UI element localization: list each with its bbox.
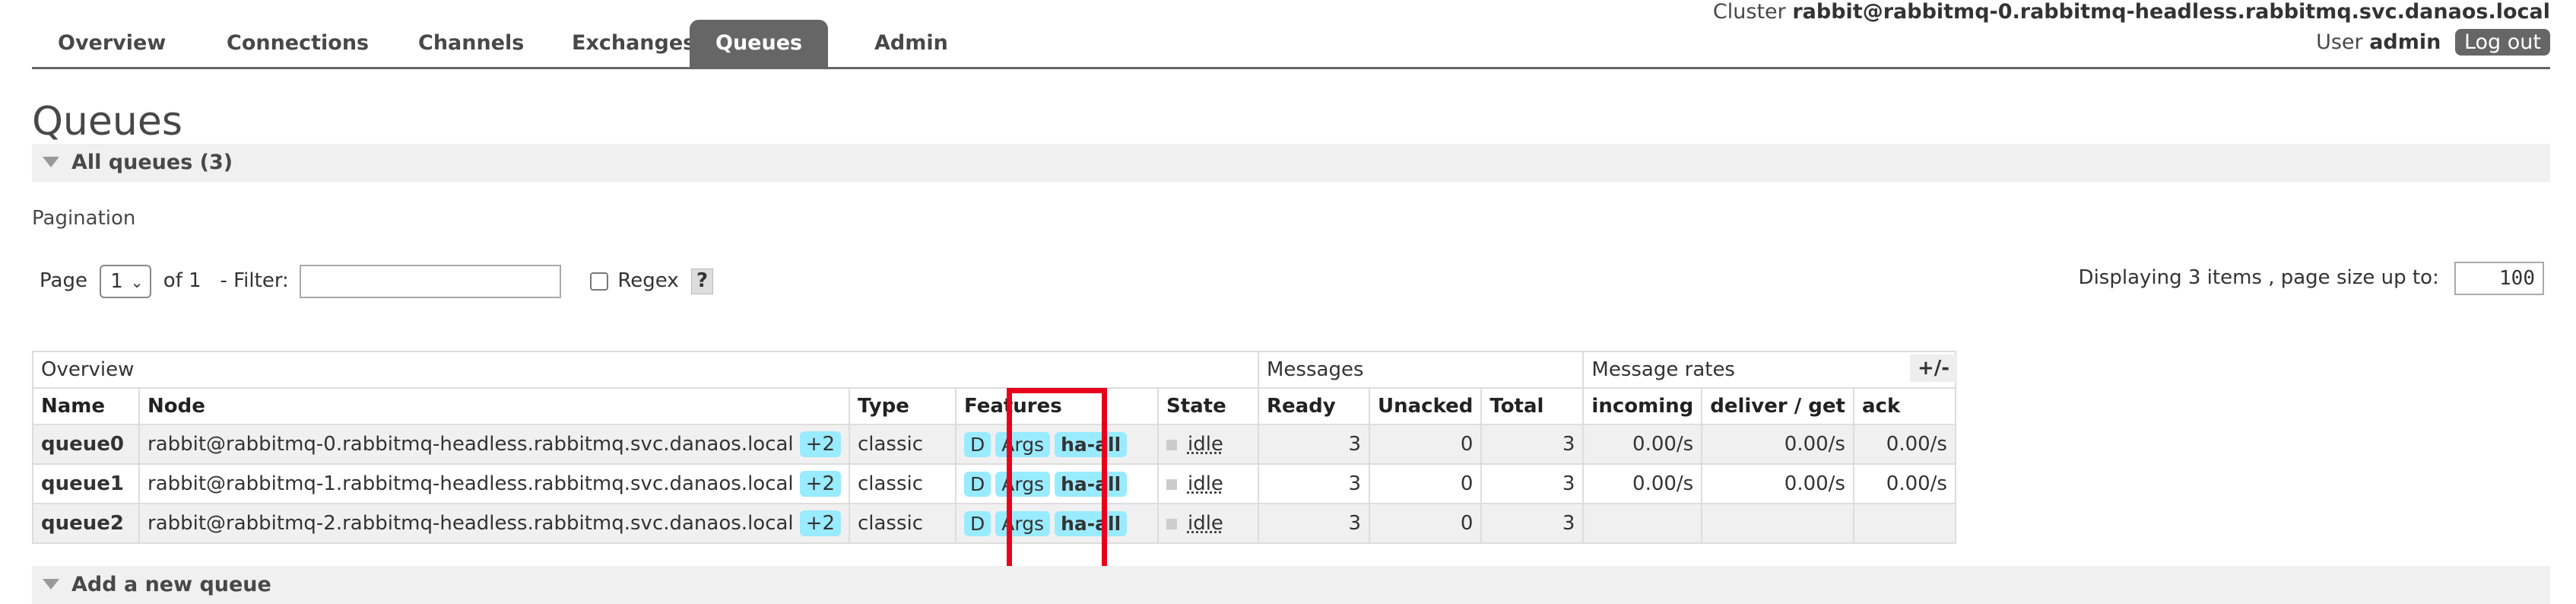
durable-badge: D (963, 471, 991, 497)
col-type[interactable]: Type (848, 387, 956, 425)
tab-overview[interactable]: Overview (32, 20, 192, 67)
tab-queues[interactable]: Queues (690, 20, 829, 67)
node-cell: rabbit@rabbitmq-0.rabbitmq-headless.rabb… (138, 424, 850, 465)
col-deliver-get[interactable]: deliver / get (1701, 387, 1854, 425)
unacked-cell: 0 (1368, 503, 1483, 544)
unacked-cell: 0 (1368, 463, 1483, 504)
tab-admin[interactable]: Admin (849, 20, 974, 67)
all-queues-label: All queues (3) (71, 151, 233, 174)
deliver-cell: 0.00/s (1701, 463, 1854, 504)
total-cell: 3 (1480, 424, 1585, 465)
queues-table: Overview Messages Message rates Name Nod… (32, 351, 1956, 544)
durable-badge: D (963, 431, 991, 457)
page-size-input[interactable]: 100 (2454, 261, 2544, 295)
policy-highlight-box (1007, 388, 1107, 575)
col-node[interactable]: Node (138, 387, 850, 425)
top-nav: Overview Connections Channels Exchanges … (32, 20, 2550, 69)
ready-cell: 3 (1257, 424, 1370, 465)
state-cell: idle (1156, 463, 1259, 504)
ack-cell (1852, 503, 1956, 544)
filter-label: - Filter: (220, 269, 289, 292)
group-messages: Messages (1257, 351, 1585, 389)
chevron-down-icon: ⌄ (130, 272, 144, 291)
regex-help-button[interactable]: ? (690, 268, 714, 294)
collapse-triangle-icon (43, 579, 59, 590)
group-overview: Overview (32, 351, 1259, 389)
user-label: User (2316, 30, 2363, 54)
pagination-controls: Page 1 ⌄ of 1 - Filter: Regex ? (40, 263, 714, 298)
node-name: rabbit@rabbitmq-1.rabbitmq-headless.rabb… (148, 472, 794, 495)
ack-cell: 0.00/s (1852, 424, 1956, 465)
type-cell: classic (848, 424, 956, 465)
col-ack[interactable]: ack (1852, 387, 1956, 425)
col-state[interactable]: State (1156, 387, 1259, 425)
type-cell: classic (848, 463, 956, 504)
user-info: User admin Log out (2316, 29, 2550, 56)
cluster-name: rabbit@rabbitmq-0.rabbitmq-headless.rabb… (1792, 0, 2550, 24)
displaying-label: Displaying 3 items , page size up to: (2078, 266, 2439, 289)
node-more-badge[interactable]: +2 (799, 431, 841, 457)
page-size-control: Displaying 3 items , page size up to: 10… (2079, 260, 2544, 295)
regex-label: Regex (617, 269, 679, 292)
node-name: rabbit@rabbitmq-2.rabbitmq-headless.rabb… (148, 512, 794, 535)
add-queue-label: Add a new queue (71, 573, 271, 596)
node-name: rabbit@rabbitmq-0.rabbitmq-headless.rabb… (148, 433, 794, 456)
tab-connections[interactable]: Connections (201, 20, 395, 67)
col-total[interactable]: Total (1480, 387, 1585, 425)
regex-checkbox[interactable] (590, 272, 609, 291)
state-value: idle (1187, 433, 1223, 456)
col-ready[interactable]: Ready (1257, 387, 1370, 425)
state-cell: idle (1156, 503, 1259, 544)
node-cell: rabbit@rabbitmq-2.rabbitmq-headless.rabb… (138, 503, 850, 544)
filter-input[interactable] (300, 264, 562, 298)
node-more-badge[interactable]: +2 (799, 471, 841, 497)
type-cell: classic (848, 503, 956, 544)
total-cell: 3 (1480, 503, 1585, 544)
table-row: queue1 rabbit@rabbitmq-1.rabbitmq-headle… (32, 463, 1956, 504)
page-select[interactable]: 1 ⌄ (100, 264, 151, 298)
all-queues-section-toggle[interactable]: All queues (3) (32, 144, 2550, 182)
col-name[interactable]: Name (32, 387, 140, 425)
total-cell: 3 (1480, 463, 1585, 504)
table-row: queue0 rabbit@rabbitmq-0.rabbitmq-headle… (32, 424, 1956, 465)
page-of-label: of 1 (163, 269, 201, 292)
ready-cell: 3 (1257, 503, 1370, 544)
page-select-value: 1 (110, 269, 123, 293)
deliver-cell (1701, 503, 1854, 544)
page-label: Page (40, 269, 87, 292)
columns-toggle-button[interactable]: +/- (1910, 354, 1958, 382)
state-value: idle (1187, 512, 1223, 535)
incoming-cell (1582, 503, 1703, 544)
user-name: admin (2369, 30, 2441, 54)
state-indicator-icon (1166, 439, 1177, 450)
queue-name-link[interactable]: queue2 (32, 503, 140, 544)
collapse-triangle-icon (43, 157, 59, 167)
state-cell: idle (1156, 424, 1259, 465)
tab-channels[interactable]: Channels (392, 20, 550, 67)
incoming-cell: 0.00/s (1582, 463, 1703, 504)
pagination-heading: Pagination (32, 207, 136, 230)
cluster-info: Cluster rabbit@rabbitmq-0.rabbitmq-headl… (1713, 0, 2550, 24)
cluster-label: Cluster (1712, 0, 1786, 24)
queue-name-link[interactable]: queue0 (32, 424, 140, 465)
node-more-badge[interactable]: +2 (799, 510, 841, 536)
col-unacked[interactable]: Unacked (1368, 387, 1483, 425)
durable-badge: D (963, 510, 991, 536)
node-cell: rabbit@rabbitmq-1.rabbitmq-headless.rabb… (138, 463, 850, 504)
group-message-rates: Message rates (1582, 351, 1956, 389)
queue-name-link[interactable]: queue1 (32, 463, 140, 504)
page-title: Queues (32, 99, 182, 145)
table-row: queue2 rabbit@rabbitmq-2.rabbitmq-headle… (32, 503, 1956, 544)
ready-cell: 3 (1257, 463, 1370, 504)
ack-cell: 0.00/s (1852, 463, 1956, 504)
unacked-cell: 0 (1368, 424, 1483, 465)
deliver-cell: 0.00/s (1701, 424, 1854, 465)
add-queue-section-toggle[interactable]: Add a new queue (32, 566, 2550, 604)
logout-button[interactable]: Log out (2454, 29, 2550, 56)
state-indicator-icon (1166, 478, 1177, 490)
state-value: idle (1187, 472, 1223, 495)
col-incoming[interactable]: incoming (1582, 387, 1703, 425)
state-indicator-icon (1166, 518, 1177, 529)
incoming-cell: 0.00/s (1582, 424, 1703, 465)
